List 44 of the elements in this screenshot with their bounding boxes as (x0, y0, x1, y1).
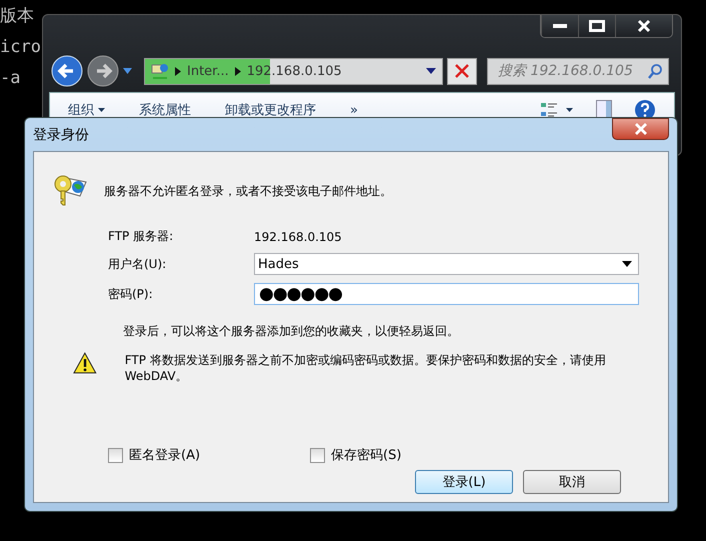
info-note: 登录后，可以将这个服务器添加到您的收藏夹，以便轻易返回。 (123, 323, 459, 340)
close-button[interactable] (615, 15, 672, 37)
chevron-icon[interactable] (234, 66, 241, 76)
chevron-icon[interactable] (175, 66, 181, 76)
maximize-icon (589, 20, 605, 32)
close-icon (454, 63, 470, 79)
checkbox[interactable]: 保存密码(S) (310, 446, 402, 464)
close-icon (634, 122, 648, 134)
password-field[interactable]: ●●●●●● (254, 283, 639, 305)
forward-icon[interactable] (87, 55, 119, 87)
field-label: 用户名(U): (108, 256, 168, 272)
warning-icon (73, 352, 97, 374)
toolbar-item[interactable]: 组织 (68, 101, 105, 119)
toolbar-item[interactable]: » (350, 102, 358, 118)
cancel-button[interactable]: 取消 (523, 470, 621, 494)
stop-button[interactable] (447, 58, 477, 84)
field-label: FTP 服务器: (108, 228, 174, 245)
pane-icon[interactable] (596, 100, 612, 120)
dialog-title: 登录身份 (33, 126, 89, 144)
minimize-icon (553, 24, 567, 28)
network-icon (151, 62, 169, 80)
close-icon (637, 19, 651, 33)
security-warning: FTP 将数据发送到服务器之前不加密或编码密码或数据。要保护密码和数据的安全，请使用 WebDAV。 (124, 352, 607, 384)
dropdown-icon[interactable] (426, 68, 436, 74)
dropdown-icon[interactable] (123, 68, 132, 74)
username-combobox[interactable]: Hades (254, 253, 639, 275)
server-address: 192.168.0.105 (254, 230, 343, 244)
checkbox[interactable]: 匿名登录(A) (108, 446, 200, 464)
toolbar-item[interactable]: 卸载或更改程序 (225, 101, 316, 119)
maximize-button[interactable] (578, 15, 615, 37)
login-button[interactable]: 登录(L) (415, 470, 513, 494)
caret-icon (622, 261, 632, 267)
back-icon[interactable] (51, 55, 83, 87)
console-text: icro (0, 37, 41, 57)
close-button[interactable] (612, 118, 669, 140)
console-text: -a (0, 68, 20, 88)
console-text: 版本 (0, 6, 34, 26)
toolbar-item[interactable]: 系统属性 (139, 101, 191, 119)
field-label: 密码(P): (108, 286, 154, 302)
view-icon[interactable] (540, 101, 574, 119)
search-icon (648, 64, 662, 78)
breadcrumb-item[interactable]: Inter... (187, 64, 229, 78)
error-message: 服务器不允许匿名登录，或者不接受该电子邮件地址。 (104, 182, 392, 200)
minimize-button[interactable] (541, 15, 578, 37)
